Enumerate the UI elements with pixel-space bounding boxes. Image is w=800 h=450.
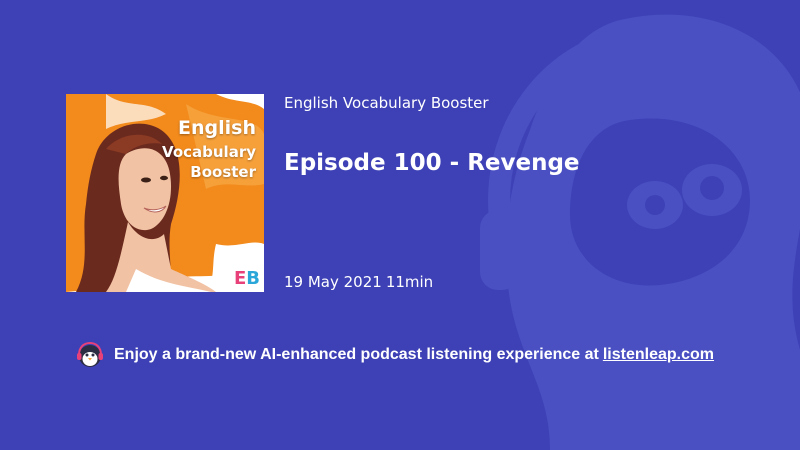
cover-logo-e: E (233, 268, 247, 289)
episode-title: Episode 100 - Revenge (284, 150, 580, 176)
cover-logo-b: B (246, 268, 260, 289)
podcast-cover-art: English Vocabulary Booster EB (66, 94, 264, 292)
cover-title-line-3: Booster (190, 163, 256, 181)
cover-title-line-2: Vocabulary (162, 143, 256, 161)
podcast-name[interactable]: English Vocabulary Booster (284, 94, 489, 112)
episode-meta: 19 May 2021 11min (284, 273, 433, 291)
mascot-watermark (480, 14, 800, 450)
promo-text: Enjoy a brand-new AI-enhanced podcast li… (114, 346, 599, 363)
cover-logo: EB (234, 270, 260, 288)
listenleap-link[interactable]: listenleap.com (603, 346, 714, 364)
cover-title-line-1: English (178, 117, 256, 139)
episode-date: 19 May 2021 (284, 273, 382, 291)
promo-banner: Enjoy a brand-new AI-enhanced podcast li… (76, 341, 714, 369)
penguin-headphones-icon (77, 341, 103, 367)
episode-duration: 11min (385, 273, 434, 291)
